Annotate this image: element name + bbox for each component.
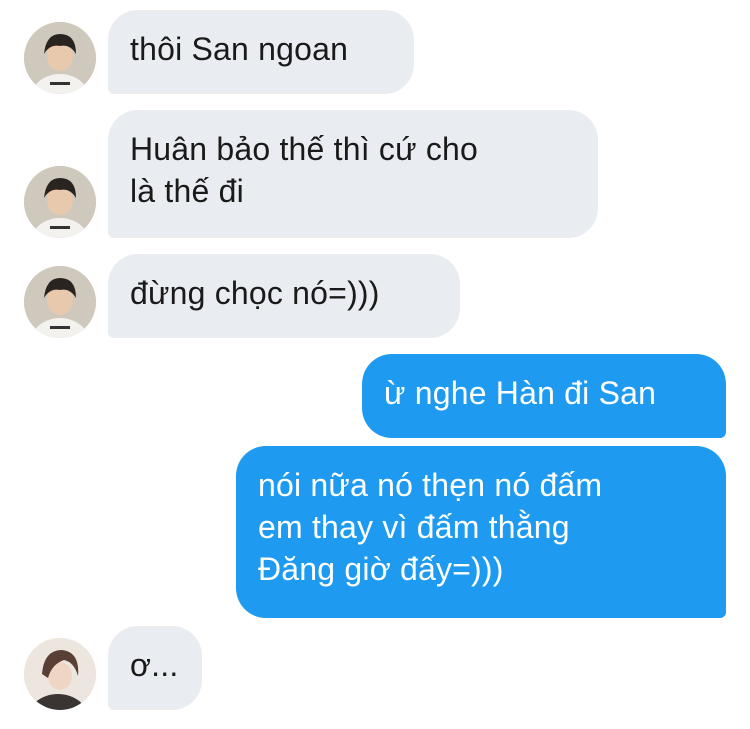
- incoming-message-bubble[interactable]: đừng chọc nó=))): [108, 254, 460, 338]
- outgoing-message-bubble[interactable]: ừ nghe Hàn đi San: [362, 354, 726, 438]
- person-avatar-icon: [24, 266, 96, 338]
- person-avatar-icon: [24, 22, 96, 94]
- avatar[interactable]: [24, 166, 96, 238]
- incoming-message-bubble[interactable]: Huân bảo thế thì cứ cho là thế đi: [108, 110, 598, 238]
- person-avatar-icon: [24, 638, 96, 710]
- avatar[interactable]: [24, 266, 96, 338]
- avatar[interactable]: [24, 22, 96, 94]
- incoming-message-bubble[interactable]: thôi San ngoan: [108, 10, 414, 94]
- person-avatar-icon: [24, 166, 96, 238]
- outgoing-message-bubble[interactable]: nói nữa nó thẹn nó đấm em thay vì đấm th…: [236, 446, 726, 618]
- avatar[interactable]: [24, 638, 96, 710]
- incoming-message-bubble[interactable]: ơ...: [108, 626, 202, 710]
